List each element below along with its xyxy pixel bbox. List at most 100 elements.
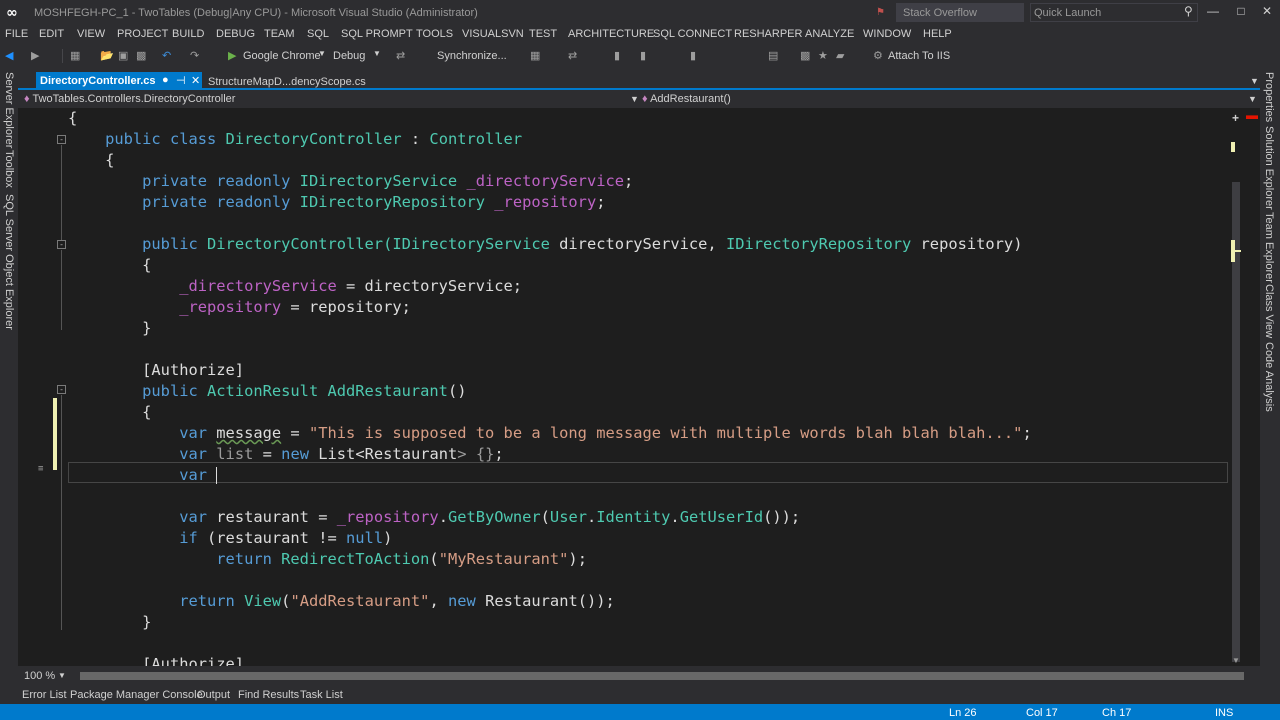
chevron-down-icon[interactable]: ▼ <box>318 49 326 58</box>
collapse-icon[interactable]: - <box>57 135 66 144</box>
menu-edit[interactable]: EDIT <box>39 28 64 40</box>
notification-flag-icon[interactable]: ⚑ <box>876 7 890 19</box>
close-button[interactable]: ✕ <box>1260 4 1274 18</box>
menu-sql-prompt[interactable]: SQL PROMPT <box>341 28 413 40</box>
chevron-down-icon[interactable]: ▼ <box>373 49 381 58</box>
open-file-icon[interactable]: 📂 <box>100 49 114 63</box>
menu-debug[interactable]: DEBUG <box>216 28 255 40</box>
sidebar-tab-code-analysis[interactable]: Code Analysis <box>1263 342 1275 412</box>
undo-icon[interactable]: ↶ <box>162 49 171 63</box>
extension-icon[interactable]: ▰ <box>836 49 844 63</box>
bookmark-prev-icon[interactable]: ▮ <box>640 49 646 63</box>
synchronize-button[interactable]: Synchronize... <box>437 50 507 62</box>
close-icon[interactable]: ✕ <box>191 74 200 87</box>
window-title: MOSHFEGH-PC_1 - TwoTables (Debug|Any CPU… <box>34 7 478 19</box>
navigate-icon[interactable]: ⇄ <box>568 49 577 63</box>
redo-icon[interactable]: ↷ <box>190 49 199 63</box>
left-tool-sidebar: Server Explorer Toolbox SQL Server Objec… <box>0 68 18 686</box>
code-line: { <box>68 402 151 423</box>
tab-task-list[interactable]: Task List <box>300 689 343 701</box>
code-editor[interactable]: - - - ≡ { public class DirectoryControll… <box>18 108 1260 673</box>
code-line: [Authorize] <box>68 360 244 381</box>
sidebar-tab-server-explorer[interactable]: Server Explorer <box>3 72 15 148</box>
menu-sql[interactable]: SQL <box>307 28 329 40</box>
maximize-button[interactable]: □ <box>1234 4 1248 18</box>
back-icon[interactable]: ◀ <box>5 49 13 63</box>
tab-find-results[interactable]: Find Results <box>238 689 299 701</box>
menu-window[interactable]: WINDOW <box>863 28 911 40</box>
vertical-scrollbar[interactable] <box>1230 122 1242 666</box>
attach-process-icon[interactable]: ⚙ <box>873 49 883 63</box>
menu-architecture[interactable]: ARCHITECTURE <box>568 28 654 40</box>
horizontal-scrollbar[interactable] <box>80 672 1244 680</box>
tab-overflow-chevron-down-icon[interactable]: ▼ <box>1250 76 1259 86</box>
scrollbar-thumb[interactable] <box>80 672 1244 680</box>
tab-error-list[interactable]: Error List <box>22 689 67 701</box>
minimize-button[interactable]: — <box>1206 4 1220 18</box>
quick-action-icon[interactable]: ≡ <box>38 464 43 474</box>
bottom-tool-tabs: Error List Package Manager Console Outpu… <box>0 686 1280 704</box>
sidebar-tab-solution-explorer[interactable]: Solution Explorer <box>1263 126 1275 210</box>
find-icon[interactable]: ▦ <box>530 49 540 63</box>
code-text[interactable]: { public class DirectoryController : Con… <box>68 108 1228 673</box>
save-icon[interactable]: ▣ <box>118 49 128 63</box>
code-line: return View("AddRestaurant", new Restaur… <box>68 591 615 612</box>
document-icon[interactable]: ▤ <box>768 49 778 63</box>
sidebar-tab-team-explorer[interactable]: Team Explorer <box>1263 212 1275 283</box>
stack-overflow-search[interactable]: Stack Overflow <box>896 3 1024 22</box>
search-icon[interactable]: ⚲ <box>1184 4 1193 18</box>
attach-to-iis-button[interactable]: Attach To IIS <box>888 50 950 62</box>
collapse-icon[interactable]: - <box>57 240 66 249</box>
member-dropdown[interactable]: ♦ AddRestaurant() <box>642 93 731 105</box>
class-dropdown[interactable]: ♦ TwoTables.Controllers.DirectoryControl… <box>24 93 235 105</box>
pin-icon[interactable]: ⊣ <box>176 74 186 87</box>
tab-package-manager-console[interactable]: Package Manager Console <box>70 689 203 701</box>
menu-help[interactable]: HELP <box>923 28 952 40</box>
menu-test[interactable]: TEST <box>529 28 557 40</box>
quick-launch-input[interactable]: Quick Launch <box>1030 3 1198 22</box>
menu-analyze[interactable]: ANALYZE <box>805 28 854 40</box>
start-debugging-icon[interactable]: ▶ <box>228 49 236 63</box>
bookmark-icon[interactable]: ▮ <box>614 49 620 63</box>
scroll-down-icon[interactable]: ▼ <box>1232 656 1240 665</box>
menu-file[interactable]: FILE <box>5 28 28 40</box>
menu-visualsvn[interactable]: VISUALSVN <box>462 28 524 40</box>
zoom-level[interactable]: 100 % <box>24 670 55 682</box>
sync-icon[interactable]: ⇄ <box>396 49 405 63</box>
tools-icon[interactable]: ★ <box>818 49 828 63</box>
scroll-change-marker <box>1231 142 1235 152</box>
menu-resharper[interactable]: RESHARPER <box>734 28 802 40</box>
change-tracking-bar <box>53 398 57 470</box>
collapse-icon[interactable]: - <box>57 385 66 394</box>
window-icon[interactable]: ▩ <box>800 49 810 63</box>
save-all-icon[interactable]: ▩ <box>136 49 146 63</box>
code-token: return <box>179 592 245 610</box>
menu-sql-connect[interactable]: SQL CONNECT <box>653 28 732 40</box>
tab-directory-controller[interactable]: DirectoryController.cs ● ⊣ ✕ <box>36 72 202 90</box>
chevron-down-icon[interactable]: ▼ <box>630 94 639 104</box>
code-token: ()); <box>577 592 615 610</box>
menu-team[interactable]: TEAM <box>264 28 295 40</box>
sidebar-tab-toolbox[interactable]: Toolbox <box>3 150 15 188</box>
menu-view[interactable]: VIEW <box>77 28 105 40</box>
code-token: = directoryService; <box>336 277 523 295</box>
chevron-down-icon[interactable]: ▼ <box>58 671 66 680</box>
new-project-icon[interactable]: ▦ <box>70 49 80 63</box>
split-remove-icon[interactable]: ▬ <box>1246 108 1258 122</box>
menu-tools[interactable]: TOOLS <box>416 28 453 40</box>
code-token: { <box>68 109 78 127</box>
menu-project[interactable]: PROJECT <box>117 28 168 40</box>
outline-guide <box>61 250 62 330</box>
chevron-down-icon[interactable]: ▼ <box>1248 94 1257 104</box>
tab-structuremap-dependency-scope[interactable]: StructureMapD...dencyScope.cs <box>208 76 366 88</box>
tab-output[interactable]: Output <box>197 689 230 701</box>
sidebar-tab-class-view[interactable]: Class View <box>1263 284 1275 338</box>
configuration-select[interactable]: Debug <box>333 50 365 62</box>
bookmark-clear-icon[interactable]: ▮ <box>690 49 696 63</box>
menu-build[interactable]: BUILD <box>172 28 204 40</box>
sidebar-tab-sql-server-object-explorer[interactable]: SQL Server Object Explorer <box>3 194 15 330</box>
browser-select[interactable]: Google Chrome <box>243 50 321 62</box>
forward-icon[interactable]: ▶ <box>31 49 39 63</box>
sidebar-tab-properties[interactable]: Properties <box>1263 72 1275 122</box>
visual-studio-logo-icon: ∞ <box>6 5 18 21</box>
